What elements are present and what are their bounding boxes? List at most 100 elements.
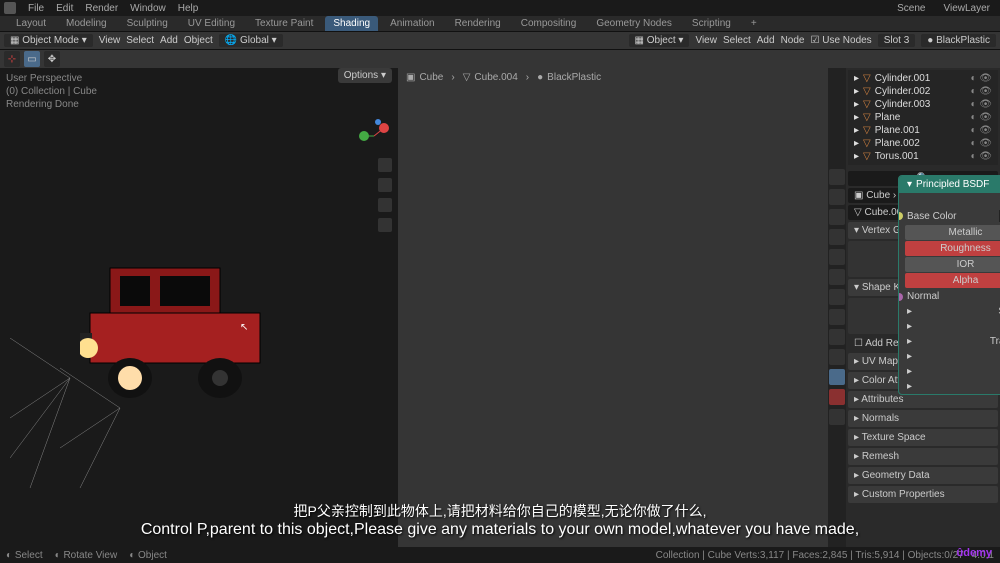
tab-layout[interactable]: Layout <box>8 16 54 31</box>
output-tab-icon[interactable] <box>829 189 845 205</box>
normals-panel[interactable]: ▸ Normals <box>848 410 998 427</box>
scene-selector: Scene ViewLayer <box>891 0 996 16</box>
rmb-hint: ◐ Object <box>129 550 167 561</box>
menu-object[interactable]: Object <box>184 35 213 46</box>
ne-view[interactable]: View <box>695 35 717 46</box>
tab-rendering[interactable]: Rendering <box>447 16 509 31</box>
transmission-section[interactable]: ▸ Transmission <box>899 334 1000 349</box>
world-tab-icon[interactable] <box>829 249 845 265</box>
outliner-item[interactable]: ▸▽Cylinder.001◐ 👁 <box>850 72 996 85</box>
icon-toolbar: ⊹ ▭ ✥ <box>0 50 1000 68</box>
tab-geonodes[interactable]: Geometry Nodes <box>588 16 680 31</box>
viewport-3d[interactable]: User Perspective (0) Collection | Cube R… <box>0 68 398 547</box>
bc-material[interactable]: ● BlackPlastic <box>537 72 601 83</box>
viewport-toolbar: ▦ Object Mode ▾ View Select Add Object 🌐… <box>0 32 1000 50</box>
mode-select[interactable]: ▦ Object Mode ▾ <box>4 34 93 47</box>
property-tabs <box>828 68 846 547</box>
tab-modeling[interactable]: Modeling <box>58 16 115 31</box>
geodata-panel[interactable]: ▸ Geometry Data <box>848 467 998 484</box>
menu-help[interactable]: Help <box>178 3 199 14</box>
ne-object[interactable]: ▦ Object ▾ <box>629 34 690 47</box>
axis-gizmo[interactable] <box>356 118 392 154</box>
subsurface-section[interactable]: ▸ Subsurface <box>899 304 1000 319</box>
bc-object[interactable]: ▣ Cube <box>406 72 443 83</box>
modifier-tab-icon[interactable] <box>829 289 845 305</box>
menu-view[interactable]: View <box>99 35 121 46</box>
render-tab-icon[interactable] <box>829 169 845 185</box>
tab-texture[interactable]: Texture Paint <box>247 16 321 31</box>
roughness-slider[interactable]: Roughness0.200 <box>905 241 1000 256</box>
ne-add[interactable]: Add <box>757 35 775 46</box>
normal-input: Normal <box>907 291 939 302</box>
outliner-item[interactable]: ▸▽Plane.001◐ 👁 <box>850 124 996 137</box>
scene-field[interactable]: Scene <box>891 2 931 15</box>
move-tool-icon[interactable]: ✥ <box>44 51 60 67</box>
menu-add[interactable]: Add <box>160 35 178 46</box>
menu-edit[interactable]: Edit <box>56 3 73 14</box>
node-editor[interactable]: ▣ Cube › ▽ Cube.004 › ● BlackPlastic ▾ P… <box>398 68 828 547</box>
zoom-icon[interactable] <box>378 158 392 172</box>
pan-icon[interactable] <box>378 178 392 192</box>
tab-uv[interactable]: UV Editing <box>180 16 243 31</box>
viewport-tools <box>378 158 392 232</box>
outliner-item[interactable]: ▸▽Plane.002◐ 👁 <box>850 137 996 150</box>
scene-tab-icon[interactable] <box>829 229 845 245</box>
specular-section[interactable]: ▸ Specular <box>899 319 1000 334</box>
base-color-label: Base Color <box>907 211 956 222</box>
material-tab-icon[interactable] <box>829 389 845 405</box>
orientation[interactable]: 🌐 Global ▾ <box>219 34 283 47</box>
tab-scripting[interactable]: Scripting <box>684 16 739 31</box>
ne-node[interactable]: Node <box>781 35 805 46</box>
cursor-tool-icon[interactable]: ⊹ <box>4 51 20 67</box>
use-nodes[interactable]: ☑ Use Nodes <box>810 35 871 46</box>
menu-select[interactable]: Select <box>126 35 154 46</box>
particle-tab-icon[interactable] <box>829 309 845 325</box>
outliner: ▸▽Cylinder.001◐ 👁 ▸▽Cylinder.002◐ 👁 ▸▽Cy… <box>848 70 998 165</box>
tab-add[interactable]: + <box>743 16 765 31</box>
menu-bar: File Edit Render Window Help <box>0 0 1000 16</box>
coat-section[interactable]: ▸ Coat <box>899 349 1000 364</box>
sheen-section[interactable]: ▸ Sheen <box>899 364 1000 379</box>
ior-slider[interactable]: IOR1.450 <box>905 257 1000 272</box>
menu-window[interactable]: Window <box>130 3 166 14</box>
perspective-icon[interactable] <box>378 218 392 232</box>
emission-section[interactable]: ▸ Emission <box>899 379 1000 394</box>
blender-logo[interactable] <box>4 2 16 14</box>
camera-icon[interactable] <box>378 198 392 212</box>
menu-file[interactable]: File <box>28 3 44 14</box>
tab-compositing[interactable]: Compositing <box>513 16 585 31</box>
physics-tab-icon[interactable] <box>829 329 845 345</box>
principled-bsdf-node[interactable]: ▾ Principled BSDF BSDF Base Color Metall… <box>898 175 1000 395</box>
remesh-panel[interactable]: ▸ Remesh <box>848 448 998 465</box>
node-breadcrumb: ▣ Cube › ▽ Cube.004 › ● BlackPlastic <box>398 68 828 86</box>
view-tab-icon[interactable] <box>829 209 845 225</box>
udemy-watermark: ûdemy <box>957 547 992 559</box>
material-select[interactable]: ● BlackPlastic <box>921 34 996 47</box>
options-dropdown[interactable]: Options ▾ <box>338 68 392 83</box>
texspace-panel[interactable]: ▸ Texture Space <box>848 429 998 446</box>
outliner-item[interactable]: ▸▽Plane◐ 👁 <box>850 111 996 124</box>
constraint-tab-icon[interactable] <box>829 349 845 365</box>
select-tool-icon[interactable]: ▭ <box>24 51 40 67</box>
viewport-info: User Perspective (0) Collection | Cube R… <box>6 72 97 111</box>
ne-select[interactable]: Select <box>723 35 751 46</box>
outliner-item[interactable]: ▸▽Cylinder.002◐ 👁 <box>850 85 996 98</box>
slot-select[interactable]: Slot 3 <box>878 34 916 47</box>
mouse-cursor: ↖ <box>240 322 248 333</box>
lmb-hint: ◐ Select <box>6 550 43 561</box>
bc-mesh[interactable]: ▽ Cube.004 <box>463 72 518 83</box>
viewlayer-field[interactable]: ViewLayer <box>937 2 996 15</box>
outliner-item[interactable]: ▸▽Torus.001◐ 👁 <box>850 150 996 163</box>
menu-render[interactable]: Render <box>85 3 118 14</box>
object-tab-icon[interactable] <box>829 269 845 285</box>
tab-shading[interactable]: Shading <box>325 16 378 31</box>
alpha-slider[interactable]: Alpha1.000 <box>905 273 1000 288</box>
tab-animation[interactable]: Animation <box>382 16 442 31</box>
tab-sculpting[interactable]: Sculpting <box>119 16 176 31</box>
texture-tab-icon[interactable] <box>829 409 845 425</box>
outliner-item[interactable]: ▸▽Cylinder.003◐ 👁 <box>850 98 996 111</box>
node-header[interactable]: ▾ Principled BSDF <box>899 176 1000 193</box>
metallic-slider[interactable]: Metallic0.000 <box>905 225 1000 240</box>
data-tab-icon[interactable] <box>829 369 845 385</box>
subtitle: 把P父亲控制到此物体上,请把材料给你自己的模型,无论你做了什么, Control… <box>0 501 1000 539</box>
